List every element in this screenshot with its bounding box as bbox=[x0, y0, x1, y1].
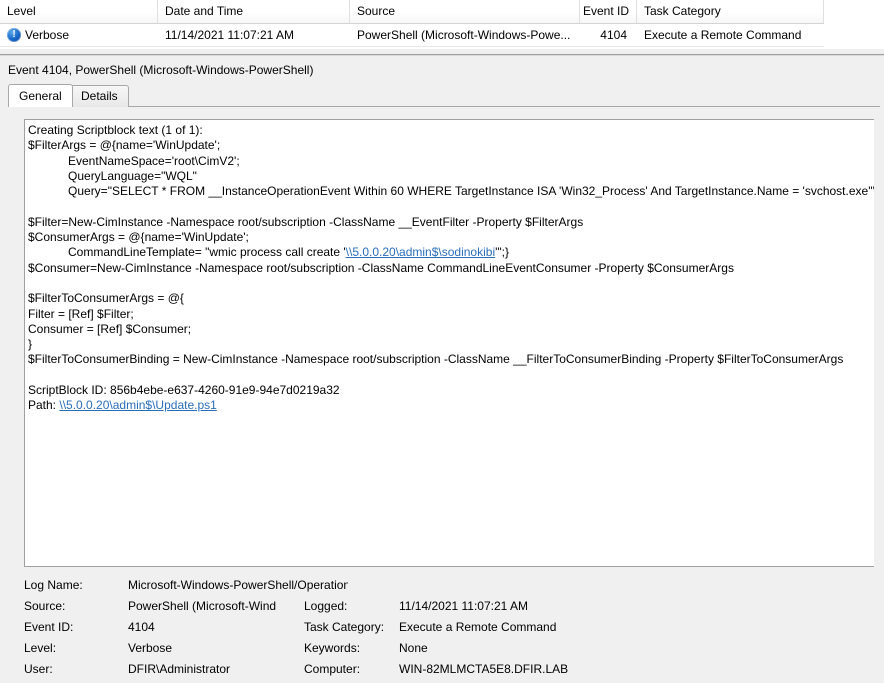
message-line: CommandLineTemplate= "wmic process call … bbox=[28, 245, 510, 260]
message-line: EventNameSpace='root\CimV2'; bbox=[28, 153, 240, 168]
message-line: } bbox=[28, 337, 33, 352]
meta-value: Verbose bbox=[128, 641, 173, 655]
cell-event-id: 4104 bbox=[600, 28, 627, 42]
column-header-level[interactable]: Level bbox=[0, 0, 158, 23]
column-header-date-and-time[interactable]: Date and Time bbox=[158, 0, 350, 23]
message-line: $Filter=New-CimInstance -Namespace root/… bbox=[28, 214, 584, 229]
meta-label: Source: bbox=[24, 599, 66, 613]
message-line: Filter = [Ref] $Filter; bbox=[28, 306, 134, 321]
tabstrip[interactable]: General Details bbox=[8, 84, 880, 107]
meta-row: Source: PowerShell (Microsoft-Wind Logged:… bbox=[24, 596, 880, 617]
meta-value: DFIR\Administrator bbox=[128, 662, 231, 676]
tab-details[interactable]: Details bbox=[70, 85, 129, 107]
cell-level: Verbose bbox=[0, 24, 158, 46]
message-line bbox=[28, 276, 874, 291]
meta-row: Log Name: Microsoft-Windows-PowerShell/Op… bbox=[24, 575, 880, 596]
meta-value: PowerShell (Microsoft-Wind bbox=[128, 599, 277, 613]
meta-label-secondary: Keywords: bbox=[304, 641, 361, 655]
meta-label-secondary: Computer: bbox=[304, 662, 361, 676]
event-list[interactable]: Level Date and Time Source Event ID Task Cat… bbox=[0, 0, 884, 48]
meta-value-secondary: None bbox=[399, 641, 428, 655]
unc-path-link[interactable]: \\5.0.0.20\admin$\Update.ps1 bbox=[59, 398, 216, 412]
meta-value-secondary: WIN-82MLMCTA5E8.DFIR.LAB bbox=[399, 662, 569, 676]
meta-value-secondary: 11/14/2021 11:07:21 AM bbox=[399, 599, 528, 613]
message-line: Creating Scriptblock text (1 of 1): bbox=[28, 123, 203, 137]
message-line: Path: \\5.0.0.20\admin$\Update.ps1 bbox=[28, 398, 217, 413]
meta-value: 4104 bbox=[128, 620, 155, 634]
column-header-event-id[interactable]: Event ID bbox=[580, 0, 637, 23]
message-line: QueryLanguage="WQL" bbox=[28, 168, 197, 183]
meta-label-secondary: Logged: bbox=[304, 599, 348, 613]
column-header-source[interactable]: Source bbox=[350, 0, 580, 23]
message-line bbox=[28, 199, 874, 214]
meta-label: User: bbox=[24, 662, 53, 676]
event-message-box[interactable]: Creating Scriptblock text (1 of 1): $Filt… bbox=[24, 119, 874, 567]
level-label: Verbose bbox=[25, 28, 70, 42]
message-line: Consumer = [Ref] $Consumer; bbox=[28, 321, 192, 336]
message-line: ScriptBlock ID: 856b4ebe-e637-4260-91e9-… bbox=[28, 383, 340, 398]
cell-task-category: Execute a Remote Command bbox=[644, 28, 802, 42]
meta-value: Microsoft-Windows-PowerShell/Operational bbox=[128, 578, 348, 592]
event-list-header[interactable]: Level Date and Time Source Event ID Task Cat… bbox=[0, 0, 824, 24]
message-line: $FilterToConsumerArgs = @{ bbox=[28, 291, 184, 306]
tab-general[interactable]: General bbox=[8, 84, 73, 107]
meta-row: User: DFIR\Administrator Computer: WIN-82ML… bbox=[24, 659, 880, 680]
meta-label-secondary: Task Category: bbox=[304, 620, 385, 634]
message-line: $Consumer=New-CimInstance -Namespace roo… bbox=[28, 260, 734, 275]
event-message-text: Creating Scriptblock text (1 of 1): $Filt… bbox=[28, 123, 874, 414]
message-line: $FilterArgs = @{name='WinUpdate'; bbox=[28, 138, 221, 153]
detail-divider bbox=[0, 55, 884, 56]
message-line bbox=[28, 368, 874, 383]
column-header-task-category[interactable]: Task Category bbox=[637, 0, 824, 23]
event-detail-pane: Event 4104, PowerShell (Microsoft-Window… bbox=[0, 54, 884, 683]
page-title: Event 4104, PowerShell (Microsoft-Window… bbox=[8, 63, 314, 77]
meta-row: Level: Verbose Keywords: None bbox=[24, 638, 880, 659]
cell-source: PowerShell (Microsoft-Windows-Powe... bbox=[357, 28, 571, 42]
message-line: $FilterToConsumerBinding = New-CimInstan… bbox=[28, 352, 844, 367]
unc-path-link[interactable]: \\5.0.0.20\admin$\sodinokibi bbox=[346, 245, 495, 259]
message-line: Query="SELECT * FROM __InstanceOperation… bbox=[28, 184, 874, 199]
meta-row: Event ID: 4104 Task Category: Execute a Rem… bbox=[24, 617, 880, 638]
information-icon bbox=[7, 27, 21, 42]
meta-label: Log Name: bbox=[24, 578, 83, 592]
tabstrip-baseline bbox=[8, 106, 880, 107]
meta-label: Event ID: bbox=[24, 620, 74, 634]
meta-value-secondary: Execute a Remote Command bbox=[399, 620, 557, 634]
meta-label: Level: bbox=[24, 641, 57, 655]
message-line: $ConsumerArgs = @{name='WinUpdate'; bbox=[28, 230, 249, 245]
event-meta-grid: Log Name: Microsoft-Windows-PowerShell/Op… bbox=[24, 575, 880, 680]
table-row[interactable]: Verbose 11/14/2021 11:07:21 AM PowerShell … bbox=[0, 24, 824, 47]
cell-date-time: 11/14/2021 11:07:21 AM bbox=[165, 28, 294, 42]
